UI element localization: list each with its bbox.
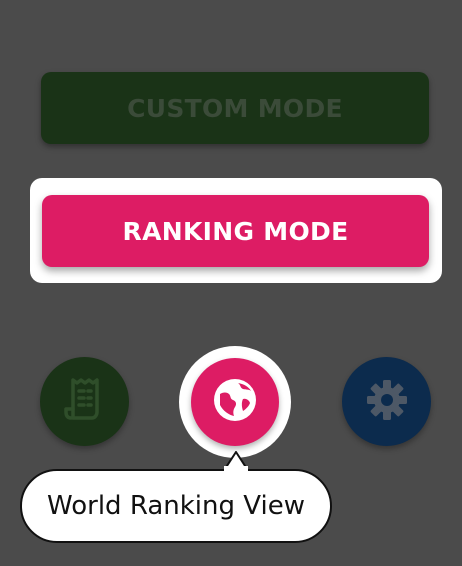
history-button[interactable]: [40, 357, 129, 446]
ranking-mode-button[interactable]: RANKING MODE: [42, 195, 429, 267]
settings-button[interactable]: [342, 357, 431, 446]
gear-icon: [365, 378, 409, 426]
world-ranking-button[interactable]: [191, 358, 279, 446]
tooltip-pointer-joint: [224, 466, 248, 474]
custom-mode-button[interactable]: CUSTOM MODE: [41, 72, 429, 144]
globe-icon: [210, 375, 260, 429]
mode-select-screen: CUSTOM MODE RANKING MODE World Ranking V…: [0, 0, 462, 566]
tooltip: World Ranking View: [20, 469, 332, 543]
receipt-icon: [63, 377, 106, 427]
